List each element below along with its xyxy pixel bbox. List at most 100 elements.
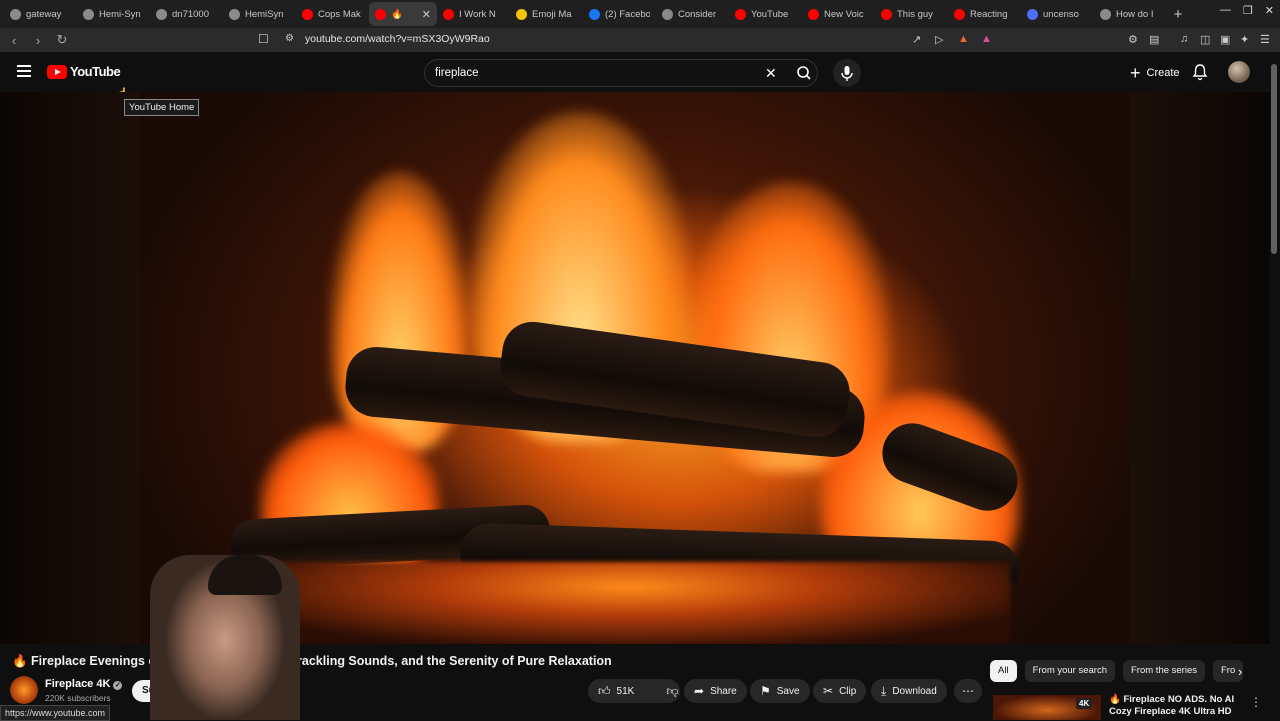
browser-tab[interactable]: Emoji Ma xyxy=(510,2,583,26)
notifications-bell-icon[interactable] xyxy=(1191,63,1209,81)
more-actions-button[interactable]: ⋯ xyxy=(954,679,982,703)
browser-menu-icon[interactable]: ☰ xyxy=(1260,33,1270,46)
search-input[interactable]: fireplace xyxy=(435,67,478,79)
hamburger-menu-icon[interactable] xyxy=(17,65,31,77)
more-vertical-icon[interactable]: ⋮ xyxy=(1250,695,1262,709)
tab-title: Reacting xyxy=(970,8,1008,20)
account-avatar[interactable] xyxy=(1228,61,1250,83)
share-button[interactable]: ➦ Share xyxy=(684,679,747,703)
save-button[interactable]: ⚑ Save xyxy=(750,679,810,703)
tab-title: gateway xyxy=(26,8,62,20)
browser-tab[interactable]: uncenso xyxy=(1021,2,1094,26)
tab-favicon-icon xyxy=(881,8,892,20)
tab-favicon-icon xyxy=(375,8,386,20)
status-bar-url: https://www.youtube.com xyxy=(0,705,111,721)
filter-chip[interactable]: All xyxy=(990,660,1017,682)
youtube-logo-text: YouTube xyxy=(70,64,121,79)
tooltip: YouTube Home xyxy=(124,99,200,116)
tab-title: Consider xyxy=(678,8,717,20)
tab-close-icon[interactable]: ✕ xyxy=(422,8,431,21)
send-icon[interactable]: ▷ xyxy=(935,33,943,46)
recommendation-title[interactable]: 🔥 Fireplace NO ADS. No AI Cozy Fireplace… xyxy=(1109,694,1244,718)
like-button[interactable]: 👍︎ 51K xyxy=(588,679,644,703)
browser-tab[interactable]: YouTube xyxy=(729,2,802,26)
new-tab-button[interactable]: + xyxy=(1167,6,1189,23)
thumbs-down-icon: 👎︎ xyxy=(666,683,679,698)
chevron-right-icon[interactable]: › xyxy=(1238,664,1242,679)
extensions-icon[interactable]: ⚙ xyxy=(1128,33,1138,46)
create-label: Create xyxy=(1146,67,1180,79)
window-controls: — ❐ ✕ xyxy=(1220,4,1274,17)
filter-chip[interactable]: From the series xyxy=(1123,660,1205,682)
browser-tab[interactable]: gateway xyxy=(4,2,77,26)
tab-title: dn71000 xyxy=(172,8,209,20)
wallet-icon[interactable]: ▣ xyxy=(1220,33,1230,46)
address-bar: ‹ › ↻ ☐ ⚙ youtube.com/watch?v=mSX3OyW9Ra… xyxy=(0,28,1280,52)
tab-favicon-icon xyxy=(443,8,454,20)
channel-name[interactable]: Fireplace 4K ✓ xyxy=(45,678,123,690)
browser-tab[interactable]: 🔥 ✕ xyxy=(369,2,437,26)
tab-title: Emoji Ma xyxy=(532,8,572,20)
minimize-icon[interactable]: — xyxy=(1220,4,1231,17)
create-button[interactable]: + Create xyxy=(1122,60,1188,86)
clear-search-icon[interactable]: ✕ xyxy=(765,65,777,82)
tab-favicon-icon xyxy=(808,8,819,20)
clip-label: Clip xyxy=(839,685,857,697)
browser-tab[interactable]: (2) Facebo xyxy=(583,2,656,26)
site-info-icon[interactable]: ⚙ xyxy=(285,33,294,44)
channel-avatar[interactable] xyxy=(10,676,38,704)
forward-icon[interactable]: › xyxy=(28,33,48,48)
brave-shield-icon[interactable]: ▲ xyxy=(958,33,969,45)
more-horizontal-icon: ⋯ xyxy=(962,684,974,698)
tab-favicon-icon xyxy=(589,8,600,20)
url-field[interactable]: youtube.com/watch?v=mSX3OyW9Rao xyxy=(305,33,490,45)
tab-title: YouTube xyxy=(751,8,789,20)
fireplace-right-wall xyxy=(1130,92,1270,644)
restore-icon[interactable]: ❐ xyxy=(1243,4,1253,17)
channel-name-text: Fireplace 4K xyxy=(45,678,111,690)
rewards-icon[interactable]: ▲ xyxy=(981,33,992,45)
tab-title: HemiSyn xyxy=(245,8,284,20)
tab-favicon-icon xyxy=(156,8,167,20)
search-box[interactable]: fireplace ✕ xyxy=(424,59,818,87)
recommendation-title-line2: Cozy Fireplace 4K Ultra HD xyxy=(1109,706,1232,717)
quality-badge: 4K xyxy=(1076,698,1093,709)
browser-tab[interactable]: dn71000 xyxy=(150,2,223,26)
like-count: 51K xyxy=(616,685,635,697)
search-icon[interactable] xyxy=(790,60,819,86)
voice-search-icon[interactable] xyxy=(833,59,861,87)
open-external-icon[interactable]: ↗ xyxy=(912,33,921,46)
download-button[interactable]: ⤓ Download xyxy=(871,679,947,703)
browser-tab[interactable]: Cops Mak xyxy=(296,2,369,26)
filter-chip[interactable]: From your search xyxy=(1024,660,1115,682)
subscriber-count: 220K subscribers xyxy=(45,693,111,703)
webcam-person-hair xyxy=(208,555,282,595)
clip-button[interactable]: ✂ Clip xyxy=(813,679,867,703)
browser-tab[interactable]: Reacting xyxy=(948,2,1021,26)
panel-icon[interactable]: ◫ xyxy=(1200,33,1210,46)
webcam-overlay xyxy=(150,555,300,720)
leo-icon[interactable]: ✦ xyxy=(1240,33,1249,46)
browser-tab[interactable]: New Voic xyxy=(802,2,875,26)
like-dislike-group: 👍︎ 51K 👎︎ xyxy=(588,679,680,703)
bookmark-save-icon: ⚑ xyxy=(760,684,771,698)
browser-tab[interactable]: HemiSyn xyxy=(223,2,296,26)
browser-tab[interactable]: Consider xyxy=(656,2,729,26)
youtube-logo[interactable]: YouTube xyxy=(47,64,121,79)
reload-icon[interactable]: ↻ xyxy=(52,32,72,48)
music-icon[interactable]: ♫ xyxy=(1180,33,1188,45)
download-icon: ⤓ xyxy=(881,683,887,698)
tab-favicon-icon xyxy=(83,8,94,20)
back-icon[interactable]: ‹ xyxy=(4,33,24,48)
close-window-icon[interactable]: ✕ xyxy=(1265,4,1274,17)
save-label: Save xyxy=(776,685,800,697)
youtube-play-icon xyxy=(47,64,67,79)
browser-tab[interactable]: I Work N xyxy=(437,2,510,26)
sidebar-icon[interactable]: ▤ xyxy=(1149,33,1159,46)
page-scrollbar[interactable] xyxy=(1271,64,1277,254)
browser-tab[interactable]: Hemi-Syn xyxy=(77,2,150,26)
bookmark-icon[interactable]: ☐ xyxy=(258,32,269,46)
browser-tab[interactable]: How do I xyxy=(1094,2,1167,26)
browser-tab[interactable]: This guy xyxy=(875,2,948,26)
fireplace-left-wall xyxy=(0,92,140,644)
